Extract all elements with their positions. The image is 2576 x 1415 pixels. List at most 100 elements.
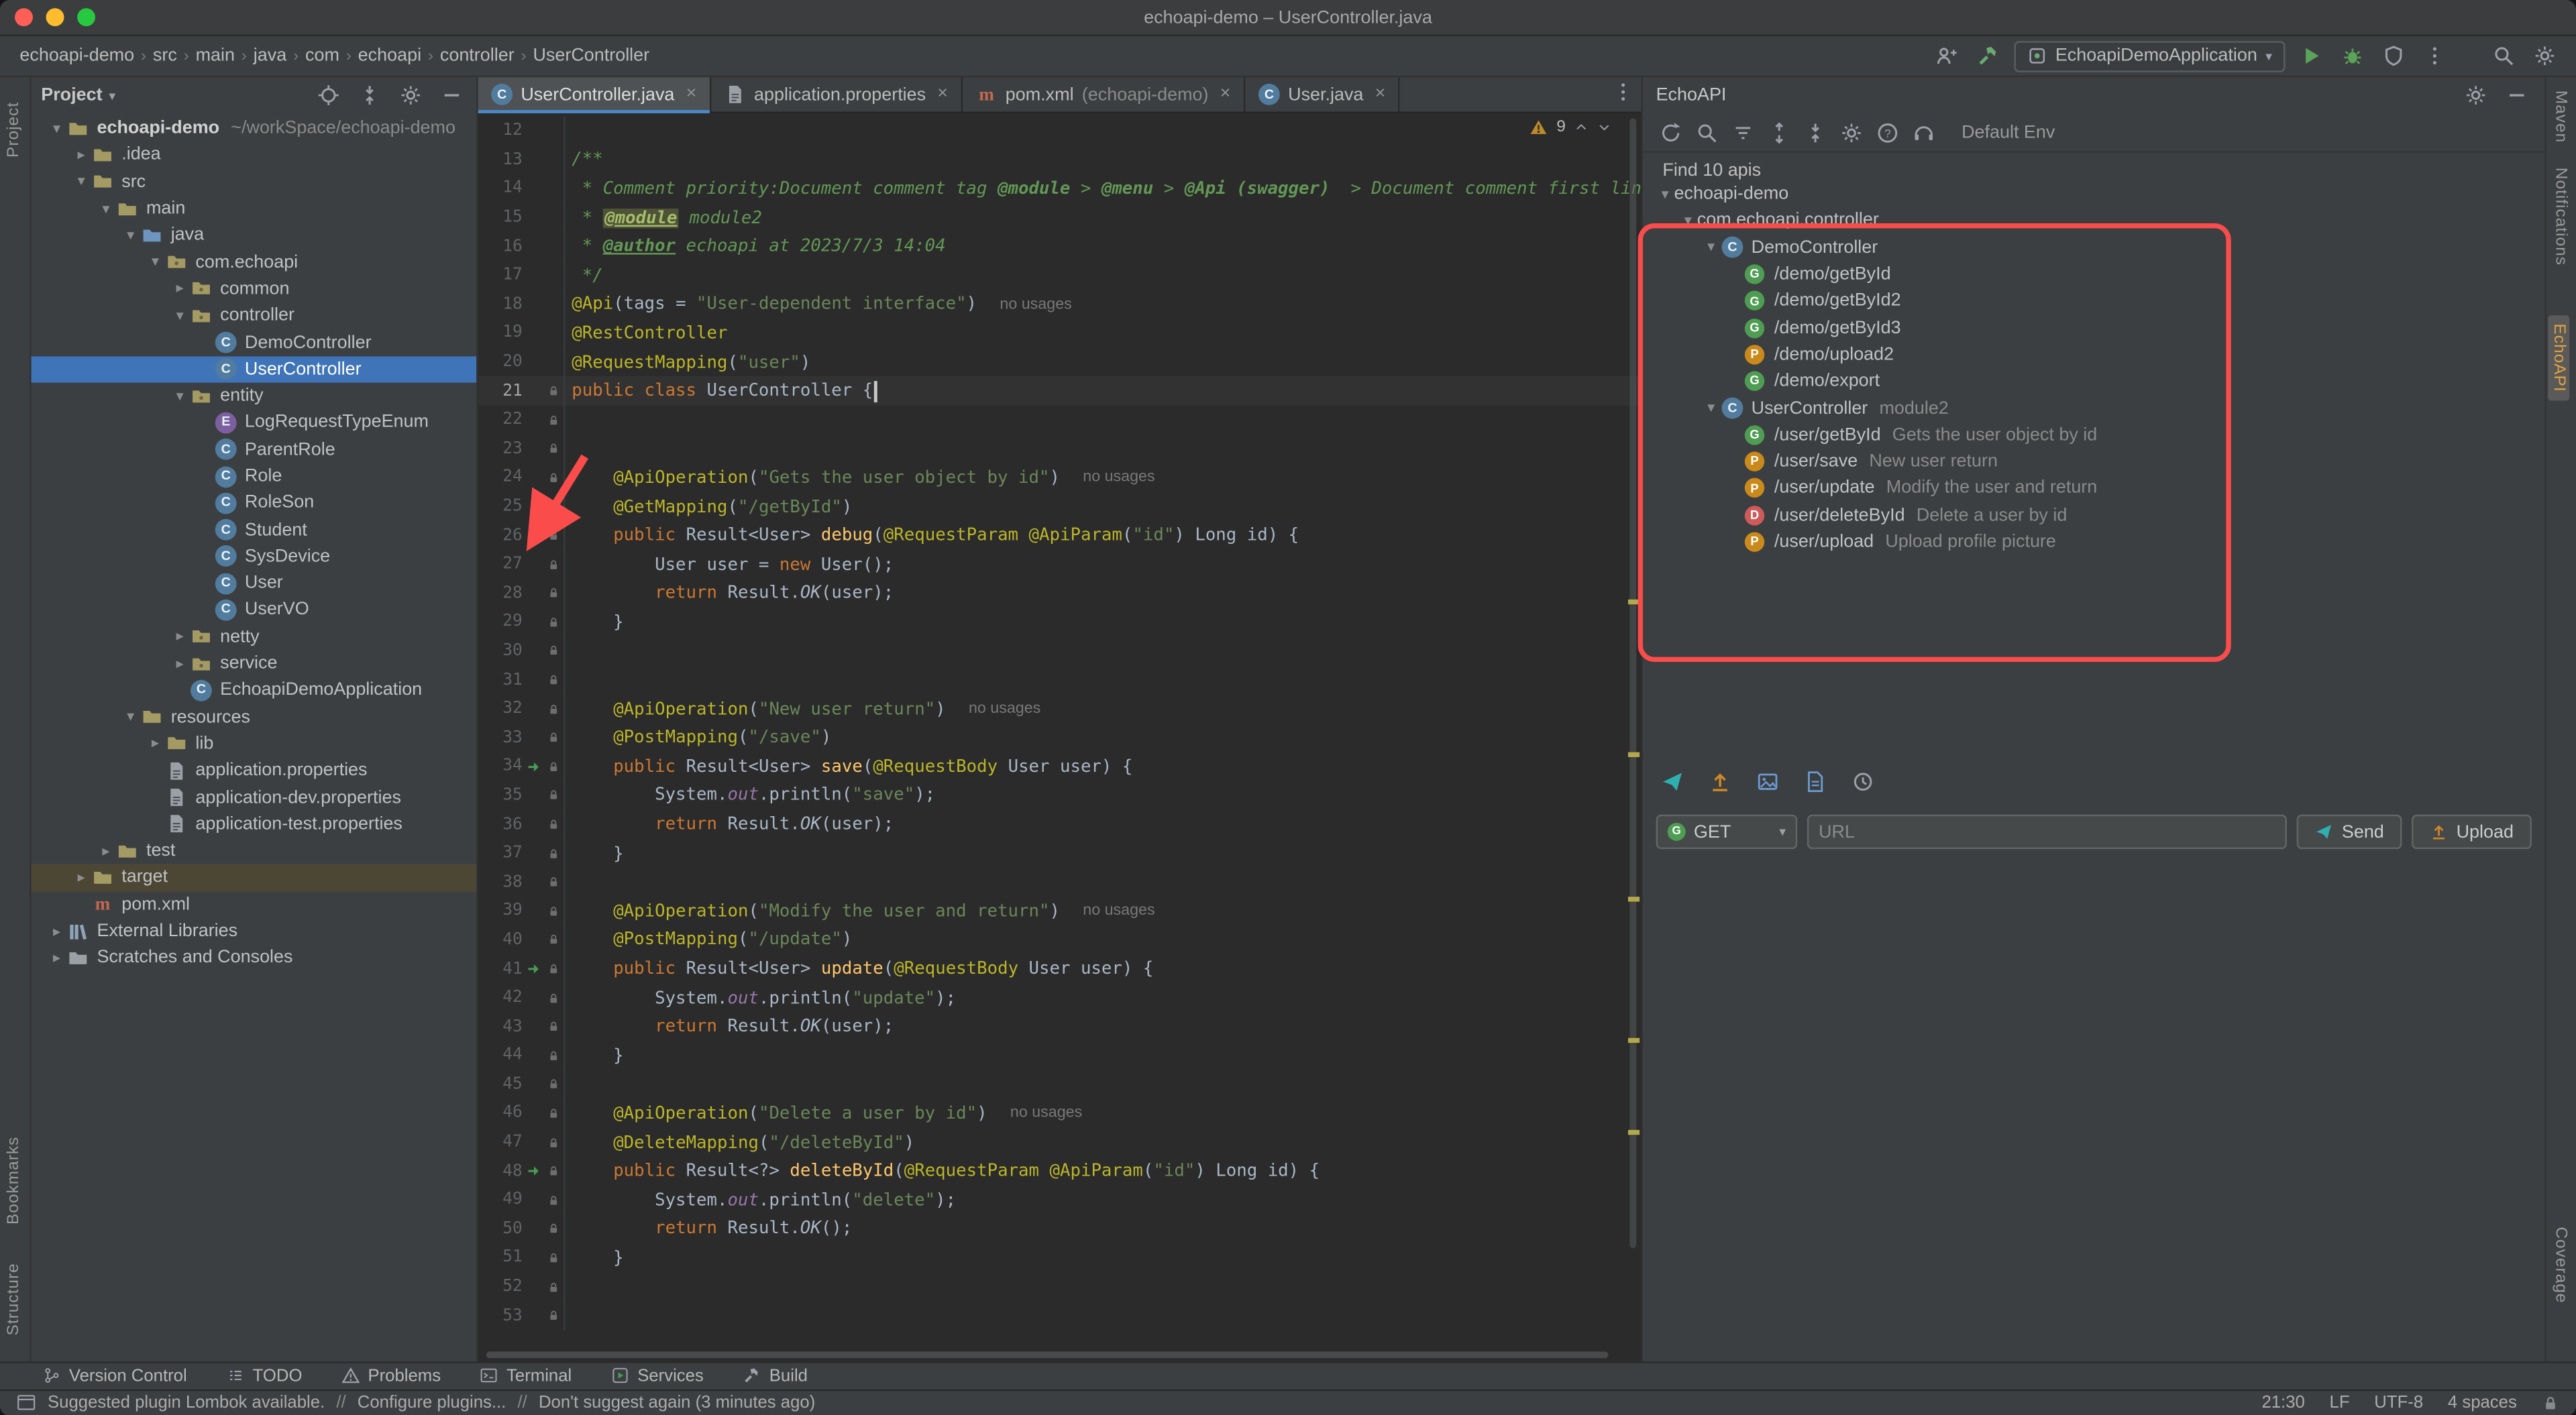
locate-icon[interactable] xyxy=(314,80,343,110)
line-number[interactable]: 31 xyxy=(482,671,525,689)
tab-close-icon[interactable]: × xyxy=(686,85,697,103)
tool-window-button-problems[interactable]: Problems xyxy=(341,1366,441,1385)
project-tree-item[interactable]: ▸test xyxy=(32,838,477,864)
chevron-down-icon[interactable]: ▾ xyxy=(121,228,140,243)
tool-window-button-bookmarks[interactable]: Bookmarks xyxy=(5,1137,23,1225)
line-number[interactable]: 42 xyxy=(482,989,525,1007)
code-line[interactable]: 53 xyxy=(478,1301,1642,1330)
code-line[interactable]: 15 * @module module2 xyxy=(478,203,1642,232)
project-panel-title[interactable]: Project xyxy=(41,85,102,105)
chevron-right-icon[interactable]: ▸ xyxy=(146,736,164,751)
line-number[interactable]: 25 xyxy=(482,498,525,516)
line-number[interactable]: 39 xyxy=(482,902,525,920)
line-number[interactable]: 28 xyxy=(482,584,525,602)
chevron-down-icon[interactable]: ▾ xyxy=(146,255,164,270)
readonly-lock-icon[interactable] xyxy=(2542,1394,2560,1412)
help-icon[interactable]: ? xyxy=(1873,117,1902,147)
chevron-right-icon[interactable]: ▸ xyxy=(171,282,189,296)
tool-window-button-coverage[interactable]: Coverage xyxy=(2551,1227,2569,1303)
api-tree-item[interactable]: ▾echoapi-demo xyxy=(1643,180,2544,207)
code-line[interactable]: 19@RestController xyxy=(478,319,1642,347)
project-tree-item[interactable]: ELogRequestTypeEnum xyxy=(32,409,477,436)
code-line[interactable]: 43 return Result.OK(user); xyxy=(478,1013,1642,1041)
run-request-icon[interactable] xyxy=(524,961,543,977)
editor-tab[interactable]: application.properties× xyxy=(711,77,963,111)
upload-button[interactable]: Upload xyxy=(2412,815,2531,849)
chevron-right-icon[interactable]: ▸ xyxy=(171,630,189,644)
sort-icon[interactable] xyxy=(1728,117,1758,147)
breadcrumb-item[interactable]: java xyxy=(250,46,290,66)
line-number[interactable]: 34 xyxy=(482,758,525,776)
history-icon[interactable] xyxy=(1850,769,1876,795)
editor-horizontal-scrollbar[interactable] xyxy=(486,1352,1609,1359)
code-line[interactable]: 20@RequestMapping("user") xyxy=(478,348,1642,377)
minimize-button[interactable] xyxy=(46,8,64,26)
environment-select[interactable]: Default Env xyxy=(1962,122,2055,142)
code-line[interactable]: 26 public Result<User> debug(@RequestPar… xyxy=(478,521,1642,550)
code-line[interactable]: 22 xyxy=(478,406,1642,435)
next-warning-icon[interactable] xyxy=(1597,120,1611,135)
chevron-down-icon[interactable]: ▾ xyxy=(171,388,189,403)
tab-close-icon[interactable]: × xyxy=(1375,85,1386,103)
line-number[interactable]: 22 xyxy=(482,411,525,429)
zoom-button[interactable] xyxy=(77,8,95,26)
chevron-down-icon[interactable]: ▾ xyxy=(1702,401,1720,416)
project-tree-item[interactable]: CUser xyxy=(32,570,477,597)
breadcrumb-item[interactable]: com xyxy=(302,46,343,66)
tool-window-button-terminal[interactable]: Terminal xyxy=(480,1366,572,1385)
search-icon[interactable] xyxy=(1692,117,1721,147)
project-tree-item[interactable]: ▾src xyxy=(32,168,477,195)
api-tree-item[interactable]: P/demo/upload2 xyxy=(1643,341,2544,368)
line-number[interactable]: 17 xyxy=(482,266,525,284)
upload-icon[interactable] xyxy=(1707,769,1733,795)
project-tree-item[interactable]: CSysDevice xyxy=(32,543,477,570)
code-line[interactable]: 35 System.out.println("save"); xyxy=(478,781,1642,810)
code-line[interactable]: 16 * @author echoapi at 2023/7/3 14:04 xyxy=(478,232,1642,261)
breadcrumb-item[interactable]: echoapi xyxy=(355,46,425,66)
line-number[interactable]: 45 xyxy=(482,1076,525,1094)
project-tree-item[interactable]: CDemoController xyxy=(32,329,477,356)
project-tree-item[interactable]: CStudent xyxy=(32,516,477,543)
code-line[interactable]: 48 public Result<?> deleteById(@RequestP… xyxy=(478,1157,1642,1186)
project-tree-item[interactable]: application-dev.properties xyxy=(32,784,477,811)
line-number[interactable]: 46 xyxy=(482,1105,525,1123)
users-icon[interactable] xyxy=(1932,41,1962,70)
chevron-down-icon[interactable]: ▾ xyxy=(97,201,115,216)
code-line[interactable]: 47 @DeleteMapping("/deleteById") xyxy=(478,1128,1642,1157)
project-tree-item[interactable]: ▾echoapi-demo~/workSpace/echoapi-demo xyxy=(32,115,477,142)
tab-options-icon[interactable] xyxy=(1609,77,1638,107)
line-number[interactable]: 27 xyxy=(482,555,525,573)
tab-close-icon[interactable]: × xyxy=(1220,85,1231,103)
line-number[interactable]: 19 xyxy=(482,325,525,343)
method-select[interactable]: G GET ▾ xyxy=(1656,815,1798,849)
code-line[interactable]: 33 @PostMapping("/save") xyxy=(478,724,1642,752)
code-line[interactable]: 51 } xyxy=(478,1243,1642,1272)
hide-icon[interactable] xyxy=(437,80,466,110)
line-number[interactable]: 44 xyxy=(482,1047,525,1065)
code-line[interactable]: 44 } xyxy=(478,1041,1642,1070)
line-number[interactable]: 53 xyxy=(482,1307,525,1325)
tool-windows-icon[interactable] xyxy=(16,1393,36,1412)
settings-icon[interactable] xyxy=(1837,117,1866,147)
code-line[interactable]: 23 xyxy=(478,435,1642,463)
tool-window-button-services[interactable]: Services xyxy=(611,1366,704,1385)
chevron-down-icon[interactable]: ▾ xyxy=(1656,186,1674,201)
line-number[interactable]: 43 xyxy=(482,1018,525,1036)
send-icon[interactable] xyxy=(1659,769,1685,795)
chevron-right-icon[interactable]: ▸ xyxy=(72,870,91,885)
code-line[interactable]: 46 @ApiOperation("Delete a user by id")n… xyxy=(478,1099,1642,1128)
code-line[interactable]: 41 public Result<User> update(@RequestBo… xyxy=(478,954,1642,983)
chevron-right-icon[interactable]: ▸ xyxy=(48,951,66,966)
code-line[interactable]: 37 } xyxy=(478,839,1642,868)
tool-window-button-todo[interactable]: TODO xyxy=(226,1366,302,1385)
settings-icon[interactable] xyxy=(2461,80,2491,110)
api-tree-item[interactable]: P/user/uploadUpload profile picture xyxy=(1643,528,2544,555)
breadcrumb-item[interactable]: echoapi-demo xyxy=(16,46,138,66)
build-hammer-icon[interactable] xyxy=(1973,41,2002,70)
code-line[interactable]: 49 System.out.println("delete"); xyxy=(478,1186,1642,1214)
inspection-widget[interactable]: 9 xyxy=(1523,117,1618,138)
breadcrumb-item[interactable]: controller xyxy=(437,46,518,66)
project-tree-item[interactable]: ▸lib xyxy=(32,730,477,757)
breadcrumb-item[interactable]: src xyxy=(150,46,180,66)
project-tree-item[interactable]: ▾java xyxy=(32,222,477,249)
